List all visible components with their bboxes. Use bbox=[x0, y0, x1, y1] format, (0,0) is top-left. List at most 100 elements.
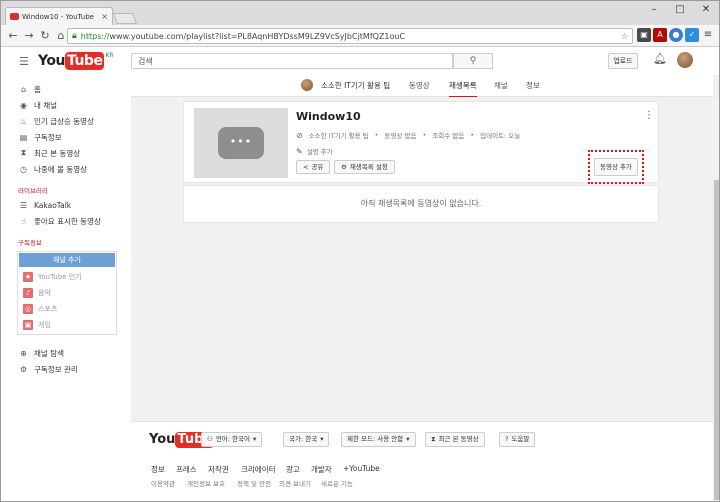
bookmark-star-icon[interactable]: ☆ bbox=[621, 32, 628, 41]
footer-link-terms[interactable]: 이용약관 bbox=[151, 478, 175, 488]
chevron-down-icon: ▾ bbox=[406, 435, 410, 443]
privacy-icon[interactable]: ⊘ bbox=[296, 131, 303, 140]
star-icon: ★ bbox=[23, 271, 33, 282]
upload-button[interactable]: 업로드 bbox=[608, 53, 638, 69]
add-channel-button[interactable]: 채널 추가 bbox=[19, 253, 115, 267]
sidebar-item-kakaotalk[interactable]: ☰ KakaoTalk bbox=[19, 199, 71, 211]
sub-item-music[interactable]: ♪ 음악 bbox=[23, 287, 51, 298]
sidebar-item-label: 나중에 볼 동영상 bbox=[34, 164, 88, 174]
forward-icon[interactable]: → bbox=[21, 28, 37, 44]
language-button[interactable]: ⚇ 언어: 한국어 ▾ bbox=[201, 432, 263, 447]
history-button[interactable]: ⧗ 최근 본 동영상 bbox=[425, 432, 485, 447]
profile-extension-icon[interactable]: ● bbox=[669, 28, 683, 42]
sidebar-item-subscriptions[interactable]: ▤ 구독정보 bbox=[19, 131, 62, 143]
add-video-button[interactable]: 동영상 추가 bbox=[594, 158, 638, 176]
sidebar-item-label: 홈 bbox=[34, 84, 41, 94]
youtube-logo[interactable]: You Tube KR bbox=[38, 52, 114, 70]
footer-link-advertise[interactable]: 광고 bbox=[286, 464, 300, 475]
chevron-down-icon: ▾ bbox=[320, 435, 324, 443]
pdf-extension-icon[interactable]: A bbox=[653, 28, 667, 42]
restricted-mode-button[interactable]: 제한 모드: 사용 안함 ▾ bbox=[341, 432, 416, 447]
settings-label: 재생목록 설정 bbox=[349, 163, 388, 171]
logo-region: KR bbox=[105, 52, 114, 59]
footer-link-creators[interactable]: 크리에이터 bbox=[241, 464, 276, 475]
game-icon: ▣ bbox=[23, 319, 33, 330]
bell-icon[interactable]: 🔔︎ bbox=[653, 52, 667, 65]
footer-link-privacy[interactable]: 개인정보 보호 bbox=[187, 478, 225, 488]
channel-avatar[interactable] bbox=[301, 79, 313, 91]
tab-channels[interactable]: 채널 bbox=[494, 80, 508, 91]
playlist-settings-button[interactable]: ⚙ 재생목록 설정 bbox=[334, 160, 395, 174]
footer-link-new-features[interactable]: 새로운 기능 bbox=[321, 478, 353, 488]
sidebar-item-watch-later[interactable]: ◷ 나중에 볼 동영상 bbox=[19, 163, 87, 175]
extension-icon[interactable]: ▣ bbox=[637, 28, 651, 42]
address-bar[interactable]: 🔒︎ https://www.youtube.com/playlist?list… bbox=[67, 28, 633, 44]
reload-icon[interactable]: ↻ bbox=[37, 28, 53, 44]
search-input[interactable]: 검색 bbox=[131, 53, 453, 69]
maximize-button[interactable]: □ bbox=[669, 3, 691, 17]
check-extension-icon[interactable]: ✓ bbox=[685, 28, 699, 42]
kebab-menu-icon[interactable]: ⋮ bbox=[644, 110, 654, 121]
sub-item-sports[interactable]: ◎ 스포츠 bbox=[23, 303, 57, 314]
close-window-button[interactable]: ✕ bbox=[695, 3, 717, 17]
add-description[interactable]: ✎ 설명 추가 bbox=[296, 146, 333, 157]
help-button[interactable]: ? 도움말 bbox=[499, 432, 536, 447]
lock-icon: 🔒︎ bbox=[72, 31, 77, 41]
playlist-title[interactable]: Window10 bbox=[296, 110, 361, 123]
playlist-icon: ☰ bbox=[19, 200, 28, 210]
home-icon: ⌂ bbox=[20, 84, 27, 94]
footer-link-developers[interactable]: 개발자 bbox=[311, 464, 332, 475]
sidebar: ⌂ 홈 ◉ 내 채널 ♨ 인기 급상승 동영상 ▤ 구독정보 ⧗ 최근 본 동영상 ◷ 나중… bbox=[1, 75, 129, 501]
footer-link-policy[interactable]: 정책 및 안전 bbox=[237, 478, 271, 488]
browser-toolbar: ← → ↻ ⌂ 🔒︎ https://www.youtube.com/playl… bbox=[1, 25, 719, 47]
meta-channel[interactable]: 소소한 IT기기 활용 팁 bbox=[309, 130, 369, 140]
playlist-header-card: ••• Window10 ⋮ ⊘ 소소한 IT기기 활용 팁 • 동영상 없음 … bbox=[183, 101, 659, 184]
sidebar-item-liked[interactable]: ☝ 좋아요 표시한 동영상 bbox=[19, 215, 101, 227]
new-tab-button[interactable] bbox=[112, 13, 138, 24]
browser-menu-icon[interactable]: ≡ bbox=[701, 28, 715, 42]
sidebar-item-my-channel[interactable]: ◉ 내 채널 bbox=[19, 99, 57, 111]
browser-tab[interactable]: Window10 - YouTube × bbox=[5, 7, 113, 25]
guide-menu-icon[interactable]: ☰ bbox=[19, 55, 29, 68]
empty-playlist-message: 아직 재생목록에 동영상이 없습니다. bbox=[183, 185, 659, 223]
tab-title: Window10 - YouTube bbox=[22, 12, 94, 21]
country-button[interactable]: 국가: 한국 ▾ bbox=[283, 432, 330, 447]
sub-item-youtube-popular[interactable]: ★ YouTube 인기 bbox=[23, 271, 82, 282]
url-scheme: https:// bbox=[80, 31, 110, 41]
hourglass-icon: ⧗ bbox=[431, 435, 436, 443]
footer-link-feedback[interactable]: 의견 보내기 bbox=[279, 478, 311, 488]
meta-views: 조회수 없음 bbox=[432, 132, 465, 140]
playlist-thumbnail[interactable]: ••• bbox=[194, 108, 288, 178]
back-icon[interactable]: ← bbox=[5, 28, 21, 44]
sub-item-games[interactable]: ▣ 게임 bbox=[23, 319, 51, 330]
subscriptions-box: 채널 추가 ★ YouTube 인기 ♪ 음악 ◎ 스포츠 ▣ 게임 bbox=[17, 251, 117, 335]
tab-playlists[interactable]: 재생목록 bbox=[449, 80, 477, 98]
sidebar-item-history[interactable]: ⧗ 최근 본 동영상 bbox=[19, 147, 80, 159]
sidebar-item-label: 최근 본 동영상 bbox=[34, 148, 81, 158]
sidebar-item-trending[interactable]: ♨ 인기 급상승 동영상 bbox=[19, 115, 94, 127]
gear-icon: ⚙ bbox=[19, 364, 28, 374]
tab-about[interactable]: 정보 bbox=[526, 80, 540, 91]
tab-close-icon[interactable]: × bbox=[101, 12, 108, 21]
clock-icon: ◷ bbox=[20, 164, 27, 174]
library-heading: 라이브러리 bbox=[18, 187, 48, 195]
avatar[interactable] bbox=[677, 52, 693, 68]
minimize-button[interactable]: – bbox=[643, 3, 665, 17]
scrollbar-thumb[interactable] bbox=[714, 180, 719, 500]
flame-icon: ♨ bbox=[19, 116, 28, 126]
footer-link-press[interactable]: 프레스 bbox=[176, 464, 197, 475]
sidebar-item-browse-channels[interactable]: ⊕ 채널 탐색 bbox=[19, 347, 64, 359]
sidebar-item-manage-subs[interactable]: ⚙ 구독정보 관리 bbox=[19, 363, 78, 375]
channel-name[interactable]: 소소한 IT기기 활용 팁 bbox=[321, 80, 390, 91]
playlist-meta: ⊘ 소소한 IT기기 활용 팁 • 동영상 없음 • 조회수 없음 • 업데이트… bbox=[296, 130, 521, 141]
tab-videos[interactable]: 동영상 bbox=[409, 80, 430, 91]
share-button[interactable]: < 공유 bbox=[296, 160, 331, 174]
footer-link-copyright[interactable]: 저작권 bbox=[208, 464, 229, 475]
footer-link-about[interactable]: 정보 bbox=[151, 464, 165, 475]
search-button[interactable]: ⚲ bbox=[453, 53, 493, 69]
meta-video-count: 동영상 없음 bbox=[384, 132, 417, 140]
scrollbar[interactable] bbox=[713, 75, 719, 501]
footer-link-plus-youtube[interactable]: +YouTube bbox=[343, 464, 380, 473]
sidebar-item-home[interactable]: ⌂ 홈 bbox=[19, 83, 41, 95]
sports-icon: ◎ bbox=[23, 303, 33, 314]
